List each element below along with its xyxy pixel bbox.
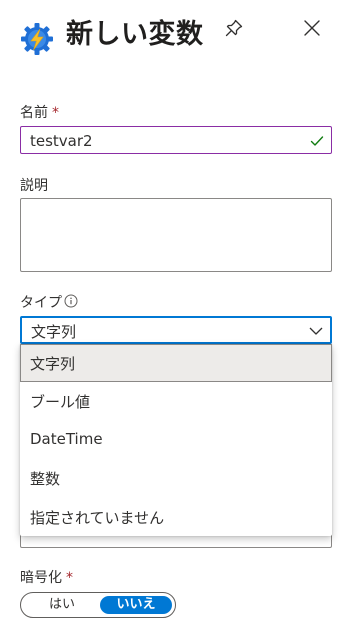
new-variable-panel: 新しい変数 名前* 説明 タイプ 文字列 文字列 [0,0,340,632]
dropdown-option-datetime[interactable]: DateTime [20,421,332,459]
chevron-down-icon [309,327,323,335]
type-dropdown[interactable]: 文字列 [20,316,332,344]
toggle-option-no[interactable]: いいえ [100,596,172,614]
dropdown-option-boolean[interactable]: ブール値 [20,382,332,420]
option-label: 指定されていません [30,509,165,527]
type-selected-value: 文字列 [31,323,77,341]
pin-icon[interactable] [222,16,246,40]
encrypted-toggle: はい いいえ [20,592,176,618]
option-label: ブール値 [30,393,91,411]
option-label: 文字列 [30,355,76,373]
required-mark: * [66,570,73,586]
encrypted-label: 暗号化 * [20,567,73,587]
name-label-text: 名前 [20,105,48,121]
toggle-option-yes[interactable]: はい [25,596,99,614]
close-icon[interactable] [300,16,324,40]
name-field[interactable] [20,126,332,154]
name-label: 名前 * [20,102,59,122]
dropdown-option-not-specified[interactable]: 指定されていません [20,498,332,536]
info-icon[interactable] [64,294,78,308]
required-mark: * [52,105,59,121]
page-title: 新しい変数 [66,19,204,50]
name-input[interactable] [30,131,290,151]
description-label: 説明 [20,178,48,194]
type-dropdown-list: 文字列 ブール値 DateTime 整数 指定されていません [20,344,332,536]
type-label: タイプ [20,295,62,311]
description-textarea[interactable] [20,198,332,272]
encrypted-label-text: 暗号化 [20,570,62,586]
dropdown-option-integer[interactable]: 整数 [20,459,332,497]
check-icon [310,136,324,146]
automation-bolt-gear-icon [21,23,53,55]
option-label: 整数 [30,470,61,488]
option-label: DateTime [30,430,103,448]
dropdown-option-string[interactable]: 文字列 [20,344,332,382]
